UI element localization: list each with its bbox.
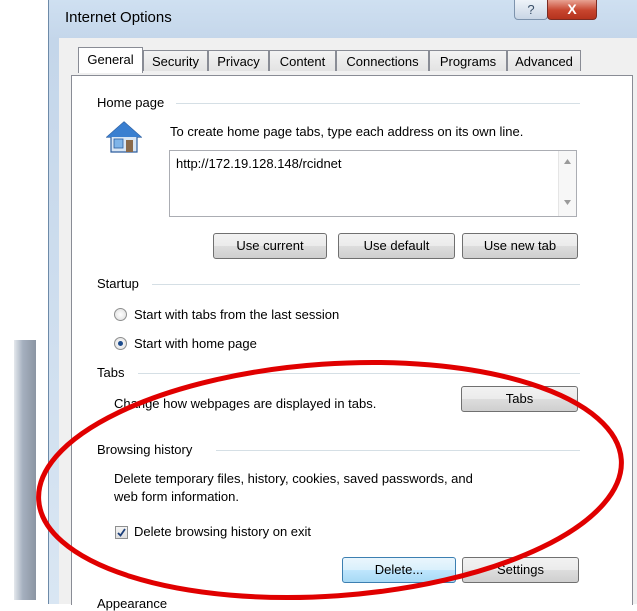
help-icon: ? [527, 2, 535, 17]
radio-home-page-label[interactable]: Start with home page [134, 336, 257, 351]
radio-last-session-label[interactable]: Start with tabs from the last session [134, 307, 339, 322]
help-button[interactable]: ? [514, 0, 548, 20]
general-tab-page: Home page To create home page tabs, type… [71, 75, 633, 611]
tabs-settings-button[interactable]: Tabs [461, 386, 578, 412]
radio-home-page[interactable] [114, 337, 127, 350]
browsing-history-group-label: Browsing history [97, 442, 199, 457]
home-page-group-label: Home page [97, 95, 171, 110]
group-divider [216, 450, 580, 451]
tab-general[interactable]: General [78, 47, 143, 73]
group-divider [152, 284, 580, 285]
background-window-edge [14, 340, 36, 600]
tabs-group-label: Tabs [97, 365, 131, 380]
use-current-button[interactable]: Use current [213, 233, 327, 259]
tab-content[interactable]: Content [269, 50, 336, 71]
browsing-settings-button[interactable]: Settings [462, 557, 579, 583]
radio-last-session[interactable] [114, 308, 127, 321]
use-default-button[interactable]: Use default [338, 233, 455, 259]
startup-group-label: Startup [97, 276, 145, 291]
group-divider [176, 103, 580, 104]
delete-on-exit-checkbox[interactable] [115, 526, 128, 539]
home-page-address-field[interactable]: http://172.19.128.148/rcidnet [169, 150, 577, 217]
address-scrollbar[interactable] [558, 151, 576, 216]
delete-on-exit-label[interactable]: Delete browsing history on exit [134, 524, 311, 539]
home-page-instruction: To create home page tabs, type each addr… [170, 124, 524, 139]
browsing-history-description-line1: Delete temporary files, history, cookies… [114, 471, 473, 486]
tab-advanced[interactable]: Advanced [507, 50, 581, 71]
close-icon: X [567, 1, 577, 17]
tabs-description: Change how webpages are displayed in tab… [114, 396, 377, 411]
home-page-address[interactable]: http://172.19.128.148/rcidnet [176, 156, 342, 171]
group-divider [138, 373, 580, 374]
browsing-history-description-line2: web form information. [114, 489, 239, 504]
title-bar[interactable]: Internet Options ? X [49, 0, 637, 38]
tab-connections[interactable]: Connections [336, 50, 429, 71]
window-title: Internet Options [65, 9, 172, 26]
house-icon [105, 121, 143, 155]
close-button[interactable]: X [547, 0, 597, 20]
tab-privacy[interactable]: Privacy [208, 50, 269, 71]
scroll-arrows-icon [564, 159, 571, 205]
background-window-strip [0, 0, 48, 604]
delete-button[interactable]: Delete... [342, 557, 456, 583]
tab-programs[interactable]: Programs [429, 50, 507, 71]
tab-security[interactable]: Security [143, 50, 208, 71]
checkmark-icon [117, 528, 126, 537]
use-new-tab-button[interactable]: Use new tab [462, 233, 578, 259]
